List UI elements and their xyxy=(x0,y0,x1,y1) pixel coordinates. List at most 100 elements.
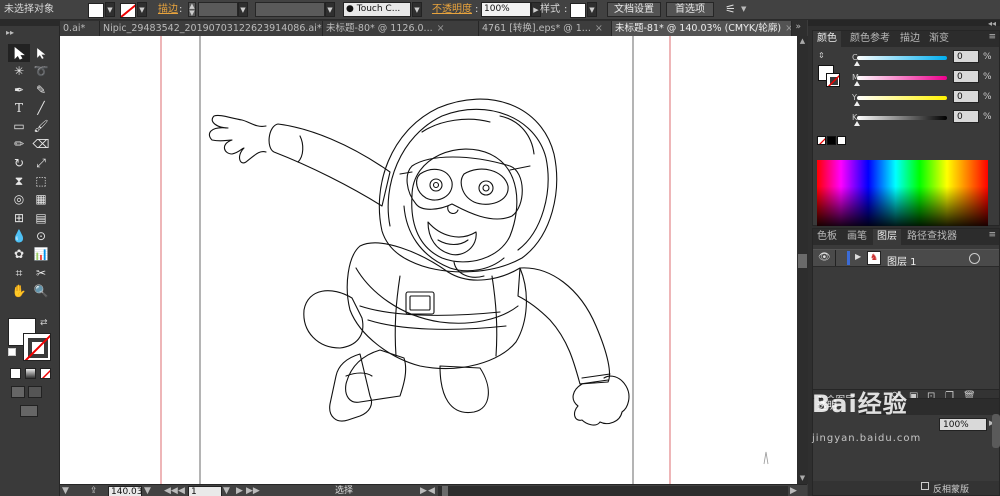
last-artboard-icon[interactable]: ▶▶ xyxy=(246,486,260,496)
arrange-documents-icon[interactable]: ⚟ xyxy=(725,2,739,17)
next-artboard-icon[interactable]: ▶ xyxy=(236,486,243,496)
zoom-tool-icon[interactable]: 🔍 xyxy=(30,282,52,300)
transparency-opacity-input[interactable]: 100% xyxy=(939,418,987,431)
stroke-color-box[interactable] xyxy=(23,333,51,361)
perspective-grid-tool-icon[interactable]: ▦ xyxy=(30,190,52,208)
variable-width-profile[interactable] xyxy=(255,2,325,17)
zoom-menu-icon[interactable]: ▼ xyxy=(144,486,151,496)
horizontal-scroll-thumb[interactable] xyxy=(442,486,448,496)
rotate-tool-icon[interactable]: ↻ xyxy=(8,154,30,172)
graphic-style-swatch[interactable] xyxy=(570,3,586,18)
magic-wand-tool-icon[interactable]: ✳ xyxy=(8,62,30,80)
blend-tool-icon[interactable]: ⊙ xyxy=(30,227,52,245)
fill-swatch[interactable] xyxy=(88,3,104,18)
invert-mask-checkbox[interactable] xyxy=(921,482,929,490)
arrange-dropdown-icon[interactable]: ▼ xyxy=(741,2,751,17)
swap-fill-stroke-icon[interactable]: ⇄ xyxy=(40,318,48,328)
hscroll-right-icon[interactable]: ▶ xyxy=(790,486,797,496)
stroke-label[interactable]: 描边 xyxy=(158,2,178,17)
slice-tool-icon[interactable]: ✂ xyxy=(30,264,52,282)
black-slider-handle[interactable] xyxy=(854,121,860,126)
symbol-sprayer-tool-icon[interactable]: ✿ xyxy=(8,245,30,263)
black-swatch[interactable] xyxy=(827,136,836,145)
status-menu-icon[interactable]: ▶ xyxy=(420,486,427,496)
pencil-tool-icon[interactable]: ✏ xyxy=(8,135,30,153)
artboard-tool-icon[interactable]: ⌗ xyxy=(8,264,30,282)
yellow-slider[interactable] xyxy=(857,96,947,100)
artboard-nav-icon[interactable]: ⇪ xyxy=(90,486,102,496)
screen-mode-icon[interactable] xyxy=(20,405,38,417)
white-swatch[interactable] xyxy=(837,136,846,145)
line-tool-icon[interactable]: ╱ xyxy=(30,99,52,117)
scale-tool-icon[interactable]: ⤢ xyxy=(30,154,52,172)
prev-artboard-icon[interactable]: ◀ xyxy=(178,486,185,496)
tab-gradient[interactable]: 渐变 xyxy=(925,31,953,47)
doc-tab[interactable]: 0.ai* xyxy=(60,21,100,36)
tab-swatches[interactable]: 色板 xyxy=(813,229,841,245)
stroke-weight-spinner[interactable]: ▲ ▼ xyxy=(188,2,196,17)
visibility-eye-icon[interactable]: 👁 xyxy=(818,252,831,263)
document-setup-button[interactable]: 文档设置 xyxy=(607,2,661,17)
cyan-value-input[interactable]: 0 xyxy=(953,50,979,63)
tab-color-guide[interactable]: 颜色参考 xyxy=(846,31,894,47)
doc-tab[interactable]: 4761 [转换].eps* @ 1... × xyxy=(479,21,612,36)
yellow-value-input[interactable]: 0 xyxy=(953,90,979,103)
tab-color[interactable]: 颜色 xyxy=(813,31,841,47)
color-mode-icon[interactable] xyxy=(10,368,21,379)
selection-tool-icon[interactable] xyxy=(8,44,30,63)
pen-tool-icon[interactable]: ✒ xyxy=(8,81,30,99)
doc-tab[interactable]: 未标题-80* @ 1126.0... × xyxy=(323,21,479,36)
direct-selection-tool-icon[interactable] xyxy=(30,44,52,62)
none-mode-icon[interactable] xyxy=(40,368,51,379)
tab-stroke[interactable]: 描边 xyxy=(896,31,924,47)
tab-layers[interactable]: 图层 xyxy=(873,229,901,245)
panel-menu-icon[interactable]: ≡ xyxy=(988,32,996,42)
layer-target-icon[interactable] xyxy=(969,253,980,264)
rectangle-tool-icon[interactable]: ▭ xyxy=(8,117,30,135)
vertical-scrollbar[interactable]: ▲ ▼ xyxy=(797,36,808,484)
tab-brushes[interactable]: 画笔 xyxy=(843,229,871,245)
lasso-tool-icon[interactable]: ➰ xyxy=(30,62,52,80)
profile-dropdown[interactable]: ▼ xyxy=(325,2,335,17)
eyedropper-tool-icon[interactable]: 💧 xyxy=(8,227,30,245)
gradient-mode-icon[interactable] xyxy=(25,368,36,379)
hand-tool-icon[interactable]: ✋ xyxy=(8,282,30,300)
color-stroke-swatch[interactable] xyxy=(826,73,840,87)
opacity-label[interactable]: 不透明度 xyxy=(432,2,472,17)
width-tool-icon[interactable]: ⧗ xyxy=(8,172,30,190)
layer-row[interactable]: 👁 ▶ ♞ 图层 1 xyxy=(813,249,999,268)
graphic-style-dropdown[interactable]: ▼ xyxy=(587,2,597,17)
draw-behind-icon[interactable] xyxy=(28,386,42,398)
free-transform-tool-icon[interactable]: ⬚ xyxy=(30,172,52,190)
stroke-weight-dropdown[interactable]: ▼ xyxy=(238,2,248,17)
hscroll-left-icon[interactable]: ◀ xyxy=(428,486,435,496)
tab-overflow-icon[interactable]: » xyxy=(795,22,801,32)
panel-menu-icon[interactable]: ≡ xyxy=(988,230,996,240)
curvature-tool-icon[interactable]: ✎ xyxy=(30,81,52,99)
stroke-weight-stepper[interactable]: : xyxy=(179,2,182,17)
tab-pathfinder[interactable]: 路径查找器 xyxy=(903,229,961,245)
scroll-down-icon[interactable]: ▼ xyxy=(797,473,808,484)
opacity-input[interactable]: 100% xyxy=(481,2,531,17)
gradient-tool-icon[interactable]: ▤ xyxy=(30,209,52,227)
eraser-tool-icon[interactable]: ⌫ xyxy=(30,135,52,153)
color-options-icon[interactable]: ⇕ xyxy=(818,51,825,60)
brush-dropdown[interactable]: ▼ xyxy=(412,2,422,17)
default-colors-icon[interactable] xyxy=(8,348,16,356)
stroke-dropdown-arrow[interactable]: ▼ xyxy=(137,2,147,17)
black-value-input[interactable]: 0 xyxy=(953,110,979,123)
layer-name[interactable]: 图层 1 xyxy=(887,253,917,268)
none-swatch[interactable] xyxy=(817,136,826,145)
dock-collapse-icon[interactable]: ◂◂ xyxy=(988,19,996,28)
canvas[interactable] xyxy=(60,36,797,484)
panel-scroll-handle[interactable] xyxy=(992,414,1000,448)
expand-arrow-icon[interactable]: ▶ xyxy=(855,252,861,261)
stroke-swatch[interactable] xyxy=(120,3,136,18)
brush-definition[interactable]: ● Touch C... xyxy=(343,2,411,17)
preferences-button[interactable]: 首选项 xyxy=(666,2,714,17)
black-slider[interactable] xyxy=(857,116,947,120)
artboard-number-field[interactable]: 1 xyxy=(188,486,222,496)
magenta-slider[interactable] xyxy=(857,76,947,80)
scroll-up-icon[interactable]: ▲ xyxy=(797,36,808,47)
artboard-menu-icon[interactable]: ▼ xyxy=(223,486,230,496)
